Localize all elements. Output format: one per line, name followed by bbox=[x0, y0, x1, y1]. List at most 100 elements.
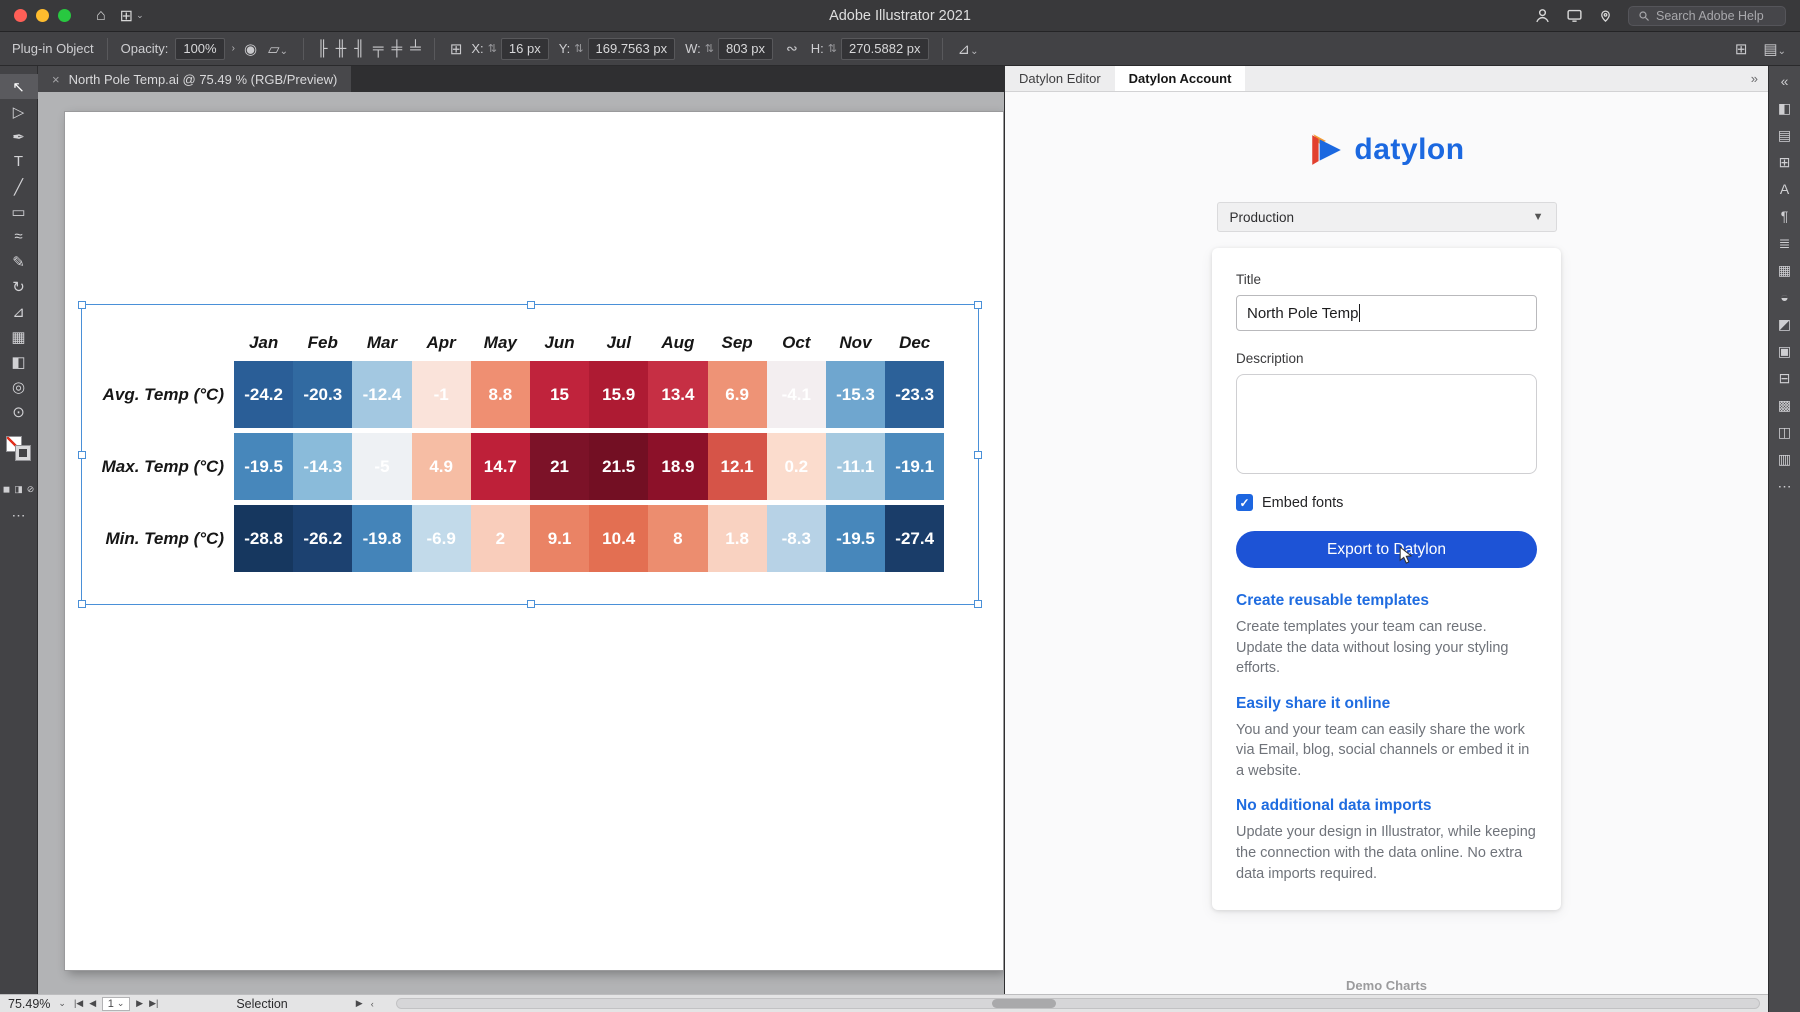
stroke-panel-icon[interactable]: ≣ bbox=[1779, 234, 1791, 252]
account-icon[interactable] bbox=[1534, 7, 1551, 24]
opacity-input[interactable]: 100% bbox=[175, 38, 224, 60]
stroke-swatch-icon[interactable] bbox=[15, 445, 31, 461]
scale-tool-icon[interactable]: ⊿ bbox=[0, 299, 38, 324]
pathfinder-panel-icon[interactable]: ▥ bbox=[1778, 450, 1791, 468]
heatmap-cell[interactable]: -5 bbox=[352, 433, 411, 500]
heatmap-cell[interactable]: 10.4 bbox=[589, 505, 648, 572]
zoom-tool-icon[interactable]: ⊙ bbox=[0, 399, 38, 424]
workspace-switcher-icon[interactable]: ▤⌄ bbox=[1761, 40, 1788, 58]
heatmap-cell[interactable]: -12.4 bbox=[352, 361, 411, 428]
align-panel-icon[interactable]: ◫ bbox=[1778, 423, 1791, 441]
align-middle-icon[interactable]: ╪ bbox=[392, 40, 403, 57]
heatmap-cell[interactable]: 8.8 bbox=[471, 361, 530, 428]
heatmap-cell[interactable]: 0.2 bbox=[767, 433, 826, 500]
feature-link[interactable]: Create reusable templates bbox=[1236, 592, 1537, 610]
collapse-panels-icon[interactable]: « bbox=[1781, 72, 1789, 90]
snap-to-grid-icon[interactable]: ⊞ bbox=[448, 40, 465, 58]
field-input[interactable]: 16 px bbox=[501, 38, 549, 60]
recolor-artwork-icon[interactable]: ◉ bbox=[242, 40, 259, 58]
document-tab[interactable]: × North Pole Temp.ai @ 75.49 % (RGB/Prev… bbox=[38, 66, 351, 92]
heatmap-cell[interactable]: -19.1 bbox=[885, 433, 944, 500]
color-panel-icon[interactable]: ◧ bbox=[1778, 99, 1791, 117]
paintbrush-tool-icon[interactable]: ≈ bbox=[0, 224, 38, 249]
scrollbar-thumb[interactable] bbox=[992, 999, 1056, 1008]
transform-icon[interactable]: ⊿⌄ bbox=[956, 40, 981, 58]
fill-stroke-indicator[interactable] bbox=[0, 432, 38, 474]
heatmap-cell[interactable]: -19.8 bbox=[352, 505, 411, 572]
artboard[interactable]: JanFebMarAprMayJunJulAugSepOctNovDecAvg.… bbox=[65, 112, 1003, 970]
heatmap-cell[interactable]: -6.9 bbox=[412, 505, 471, 572]
gradient-mode-icon[interactable]: ◨ bbox=[14, 484, 23, 495]
gradient-tool-icon[interactable]: ◧ bbox=[0, 349, 38, 374]
color-guide-panel-icon[interactable]: ▤ bbox=[1778, 126, 1791, 144]
status-mode-label[interactable]: Selection bbox=[236, 997, 287, 1011]
layers-panel-icon[interactable]: ⊟ bbox=[1779, 369, 1791, 387]
transparency-panel-icon[interactable]: ◒ bbox=[1780, 288, 1788, 306]
first-artboard-icon[interactable]: |◀ bbox=[74, 998, 83, 1009]
paragraph-panel-icon[interactable]: ¶ bbox=[1781, 207, 1789, 225]
app-switcher-icon[interactable]: ⊞⌄ bbox=[120, 6, 144, 26]
heatmap-table[interactable]: JanFebMarAprMayJunJulAugSepOctNovDecAvg.… bbox=[85, 330, 944, 572]
feature-link[interactable]: Easily share it online bbox=[1236, 695, 1537, 713]
heatmap-cell[interactable]: 8 bbox=[648, 505, 707, 572]
heatmap-cell[interactable]: -11.1 bbox=[826, 433, 885, 500]
zoom-window-button[interactable] bbox=[58, 9, 71, 22]
tab-datylon-account[interactable]: Datylon Account bbox=[1115, 66, 1246, 91]
heatmap-cell[interactable]: -23.3 bbox=[885, 361, 944, 428]
export-button[interactable]: Export to Datylon bbox=[1236, 531, 1537, 568]
none-mode-icon[interactable]: ⊘ bbox=[27, 484, 35, 495]
selection-handle[interactable] bbox=[78, 600, 86, 608]
direct-selection-tool-icon[interactable]: ▷ bbox=[0, 99, 38, 124]
rectangle-tool-icon[interactable]: ▭ bbox=[0, 199, 38, 224]
next-artboard-icon[interactable]: ▶ bbox=[136, 998, 143, 1009]
type-tool-icon[interactable]: T bbox=[0, 149, 38, 174]
help-search-input[interactable]: Search Adobe Help bbox=[1628, 6, 1786, 26]
more-panels-icon[interactable]: ⋯ bbox=[1778, 477, 1792, 495]
heatmap-cell[interactable]: -20.3 bbox=[293, 361, 352, 428]
artboards-panel-icon[interactable]: ▩ bbox=[1778, 396, 1791, 414]
align-right-icon[interactable]: ╢ bbox=[354, 40, 365, 57]
description-textarea[interactable] bbox=[1236, 374, 1537, 474]
heatmap-cell[interactable]: -14.3 bbox=[293, 433, 352, 500]
close-window-button[interactable] bbox=[14, 9, 27, 22]
selection-handle[interactable] bbox=[974, 600, 982, 608]
selection-tool-icon[interactable]: ↖ bbox=[0, 74, 38, 99]
selection-handle[interactable] bbox=[974, 301, 982, 309]
edit-toolbar-icon[interactable]: ⋯ bbox=[12, 507, 26, 524]
title-input[interactable]: North Pole Temp bbox=[1236, 295, 1537, 331]
graphic-styles-panel-icon[interactable]: ▣ bbox=[1778, 342, 1791, 360]
display-icon[interactable] bbox=[1566, 7, 1583, 24]
heatmap-cell[interactable]: 15 bbox=[530, 361, 589, 428]
heatmap-cell[interactable]: 9.1 bbox=[530, 505, 589, 572]
heatmap-cell[interactable]: -15.3 bbox=[826, 361, 885, 428]
heatmap-cell[interactable]: -28.8 bbox=[234, 505, 293, 572]
selection-handle[interactable] bbox=[527, 301, 535, 309]
heatmap-cell[interactable]: 14.7 bbox=[471, 433, 530, 500]
gradient-panel-icon[interactable]: ▦ bbox=[1778, 261, 1791, 279]
field-input[interactable]: 803 px bbox=[718, 38, 773, 60]
heatmap-cell[interactable]: -19.5 bbox=[826, 505, 885, 572]
pen-tool-icon[interactable]: ✒ bbox=[0, 124, 38, 149]
embed-fonts-row[interactable]: ✓ Embed fonts bbox=[1236, 494, 1537, 511]
selection-handle[interactable] bbox=[974, 451, 982, 459]
character-panel-icon[interactable]: A bbox=[1780, 180, 1789, 198]
tab-datylon-editor[interactable]: Datylon Editor bbox=[1005, 66, 1115, 91]
link-dimensions-icon[interactable]: ∾ bbox=[786, 40, 798, 57]
heatmap-cell[interactable]: 1.8 bbox=[708, 505, 767, 572]
heatmap-cell[interactable]: 15.9 bbox=[589, 361, 648, 428]
minimize-window-button[interactable] bbox=[36, 9, 49, 22]
align-center-icon[interactable]: ╫ bbox=[336, 40, 347, 57]
close-document-icon[interactable]: × bbox=[52, 72, 60, 87]
stepper-icon[interactable]: ⇅ bbox=[488, 42, 497, 55]
scroll-left-icon[interactable]: ‹ bbox=[371, 999, 374, 1009]
align-top-icon[interactable]: ╤ bbox=[373, 40, 384, 57]
heatmap-cell[interactable]: 12.1 bbox=[708, 433, 767, 500]
stepper-icon[interactable]: ⇅ bbox=[828, 42, 837, 55]
heatmap-cell[interactable]: -4.1 bbox=[767, 361, 826, 428]
field-input[interactable]: 270.5882 px bbox=[841, 38, 929, 60]
heatmap-cell[interactable]: -24.2 bbox=[234, 361, 293, 428]
line-segment-tool-icon[interactable]: ╱ bbox=[0, 174, 38, 199]
artboard-number-input[interactable]: 1⌄ bbox=[102, 997, 130, 1011]
demo-charts-link[interactable]: Demo Charts bbox=[1005, 978, 1768, 994]
zoom-level[interactable]: 75.49% bbox=[8, 997, 50, 1011]
